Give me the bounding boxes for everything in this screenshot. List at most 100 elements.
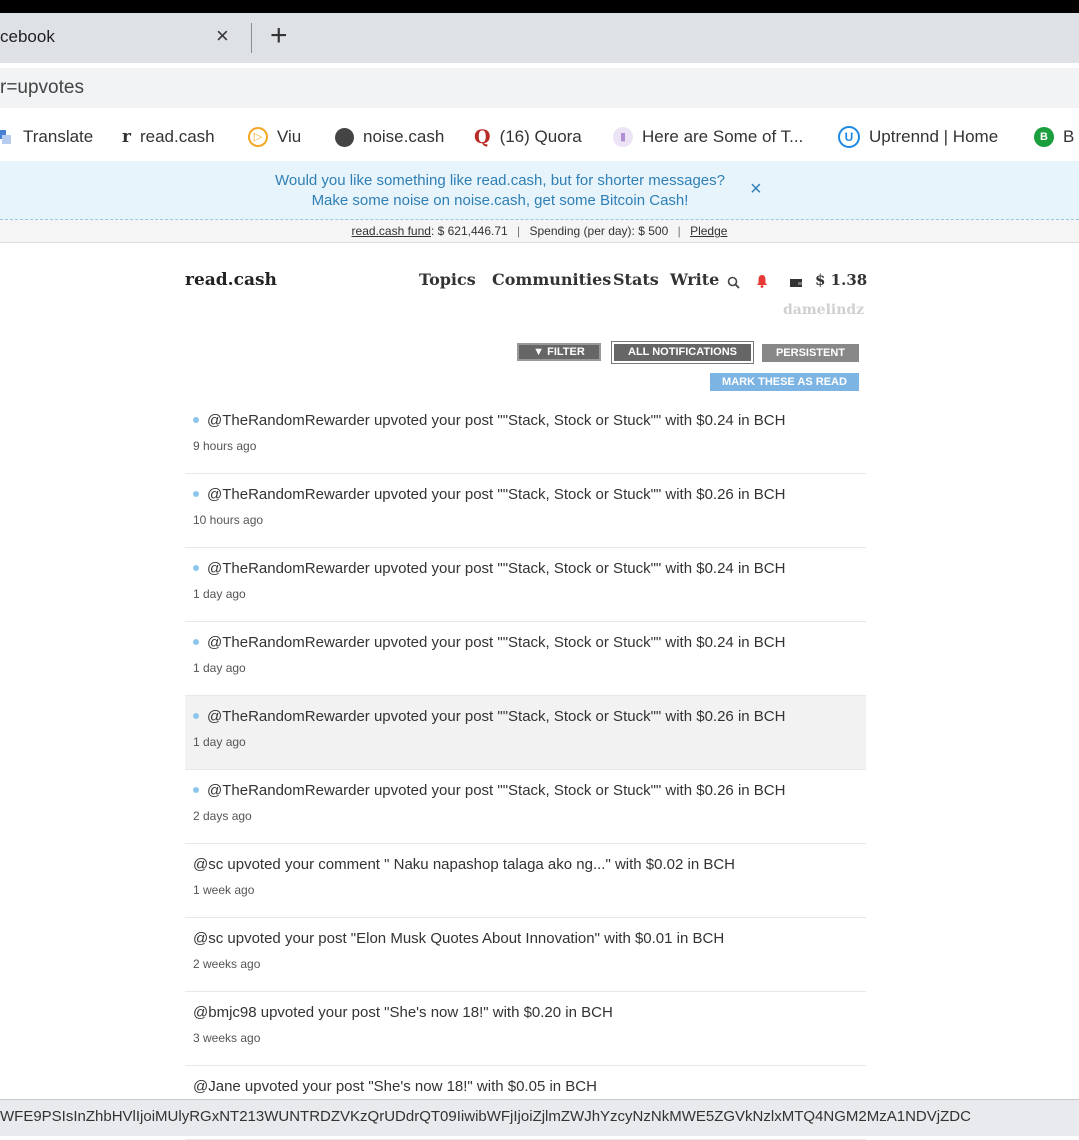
notification-text[interactable]: @Jane upvoted your post "She's now 18!" … [193, 1078, 597, 1095]
notification-item[interactable]: @TheRandomRewarder upvoted your post ""S… [185, 400, 866, 474]
close-icon[interactable]: × [750, 178, 762, 200]
username[interactable]: damelindz [783, 302, 864, 318]
bookmark-viu[interactable]: ▷ Viu [248, 125, 301, 149]
nav-communities[interactable]: Communities [492, 270, 611, 289]
fund-link[interactable]: read.cash fund [352, 224, 431, 238]
notification-text[interactable]: @sc upvoted your comment " Naku napashop… [193, 856, 735, 873]
notification-item[interactable]: @TheRandomRewarder upvoted your post ""S… [185, 770, 866, 844]
nav-topics[interactable]: Topics [419, 270, 476, 289]
bookmark-bitcoin[interactable]: B B [1034, 125, 1074, 149]
bookmark-uptrennd[interactable]: U Uptrennd | Home [838, 125, 998, 149]
noise-cash-banner: Would you like something like read.cash,… [0, 161, 1079, 220]
notification-item-hovered[interactable]: @TheRandomRewarder upvoted your post ""S… [185, 696, 866, 770]
notification-item[interactable]: @bmjc98 upvoted your post "She's now 18!… [185, 992, 866, 1066]
notification-message: @TheRandomRewarder upvoted your post ""S… [207, 412, 786, 429]
unread-dot [193, 639, 199, 646]
tab-strip: cebook × + [0, 13, 1079, 63]
notification-text[interactable]: @TheRandomRewarder upvoted your post ""S… [193, 708, 785, 725]
tab-facebook[interactable]: cebook × [0, 13, 250, 63]
bookmark-label: Uptrennd | Home [869, 127, 999, 146]
bookmark-label: (16) Quora [499, 127, 582, 146]
notification-time: 3 weeks ago [193, 1031, 261, 1045]
notification-time: 1 week ago [193, 883, 255, 897]
bookmark-read-cash[interactable]: r read.cash [122, 125, 215, 149]
notification-time: 1 day ago [193, 735, 246, 749]
notification-text[interactable]: @sc upvoted your post "Elon Musk Quotes … [193, 930, 724, 947]
notification-text[interactable]: @bmjc98 upvoted your post "She's now 18!… [193, 1004, 613, 1021]
notification-time: 1 day ago [193, 587, 246, 601]
bookmark-label: Here are Some of T... [642, 127, 804, 146]
search-icon[interactable] [727, 276, 740, 289]
address-bar: r=upvotes [0, 63, 1079, 115]
notification-item[interactable]: @sc upvoted your post "Elon Musk Quotes … [185, 918, 866, 992]
bitcoin-icon: B [1034, 127, 1054, 147]
nav-stats[interactable]: Stats [613, 270, 659, 289]
notification-message: @TheRandomRewarder upvoted your post ""S… [207, 486, 786, 503]
quora-icon: Q [474, 126, 491, 148]
wallet-balance[interactable]: $ 1.38 [815, 271, 867, 289]
notification-time: 9 hours ago [193, 439, 257, 453]
notification-text[interactable]: @TheRandomRewarder upvoted your post ""S… [193, 634, 785, 651]
notification-message: @TheRandomRewarder upvoted your post ""S… [207, 782, 786, 799]
divider: | [677, 224, 681, 238]
bookmark-label: B [1063, 127, 1075, 146]
bookmark-here-are-some[interactable]: ▮ Here are Some of T... [613, 125, 803, 149]
fund-value: : $ 621,446.71 [430, 224, 508, 238]
bell-icon[interactable] [756, 274, 768, 288]
bookmark-noise-cash[interactable]: noise.cash [335, 125, 444, 149]
unread-dot [193, 787, 199, 794]
notification-item[interactable]: @TheRandomRewarder upvoted your post ""S… [185, 622, 866, 696]
new-tab-icon[interactable]: + [270, 19, 288, 53]
notification-message: @TheRandomRewarder upvoted your post ""S… [207, 708, 786, 725]
status-bar: WFE9PSIsInZhbHVlIjoiMUlyRGxNT213WUNTRDZV… [0, 1099, 1079, 1136]
notification-item[interactable]: @sc upvoted your comment " Naku napashop… [185, 844, 866, 918]
notification-time: 2 weeks ago [193, 957, 261, 971]
uptrennd-icon: U [838, 126, 860, 148]
filter-button[interactable]: ▼ FILTER [517, 343, 601, 361]
notification-text[interactable]: @TheRandomRewarder upvoted your post ""S… [193, 412, 785, 429]
notification-message: @TheRandomRewarder upvoted your post ""S… [207, 634, 786, 651]
nav-write[interactable]: Write [670, 270, 719, 289]
unread-dot [193, 417, 199, 424]
mark-as-read-button[interactable]: MARK THESE AS READ [710, 373, 859, 391]
translate-icon [0, 130, 11, 144]
all-notifications-button[interactable]: ALL NOTIFICATIONS [611, 341, 754, 364]
unread-dot [193, 565, 199, 572]
notification-item[interactable]: @TheRandomRewarder upvoted your post ""S… [185, 548, 866, 622]
notification-text[interactable]: @TheRandomRewarder upvoted your post ""S… [193, 782, 785, 799]
notification-text[interactable]: @TheRandomRewarder upvoted your post ""S… [193, 560, 785, 577]
pledge-link[interactable]: Pledge [690, 224, 727, 238]
tab-separator [251, 23, 252, 53]
close-icon[interactable]: × [216, 23, 229, 49]
notification-text[interactable]: @TheRandomRewarder upvoted your post ""S… [193, 486, 785, 503]
site-logo[interactable]: read.cash [185, 270, 277, 290]
unread-dot [193, 713, 199, 720]
banner-line-1[interactable]: Would you like something like read.cash,… [0, 171, 1000, 191]
notification-time: 2 days ago [193, 809, 252, 823]
filter-label: FILTER [547, 346, 585, 358]
viu-icon: ▷ [248, 127, 268, 147]
window-top-edge [0, 0, 1079, 13]
globe-icon [335, 127, 354, 147]
bookmark-quora[interactable]: Q (16) Quora [474, 125, 582, 149]
bookmark-page-icon: ▮ [613, 127, 633, 147]
notification-time: 10 hours ago [193, 513, 264, 527]
notification-message: @TheRandomRewarder upvoted your post ""S… [207, 560, 786, 577]
notification-time: 1 day ago [193, 661, 246, 675]
tab-title: cebook [0, 27, 55, 46]
unread-dot [193, 491, 199, 498]
bookmark-label: Translate [23, 127, 94, 146]
persistent-button[interactable]: PERSISTENT [762, 344, 859, 362]
url-text: r=upvotes [0, 77, 84, 98]
banner-line-2[interactable]: Make some noise on noise.cash, get some … [0, 191, 1000, 211]
url-field[interactable]: r=upvotes [0, 68, 1079, 108]
bookmarks-bar: Translate r read.cash ▷ Viu noise.cash Q… [0, 115, 1079, 162]
read-cash-icon: r [122, 127, 131, 147]
notification-list: @TheRandomRewarder upvoted your post ""S… [185, 400, 866, 1140]
wallet-icon[interactable] [790, 278, 802, 288]
notification-item[interactable]: @TheRandomRewarder upvoted your post ""S… [185, 474, 866, 548]
bookmark-translate[interactable]: Translate [0, 125, 93, 149]
bookmark-label: Viu [277, 127, 302, 146]
spending-text: Spending (per day): $ 500 [529, 224, 669, 238]
bookmark-label: read.cash [139, 127, 215, 146]
